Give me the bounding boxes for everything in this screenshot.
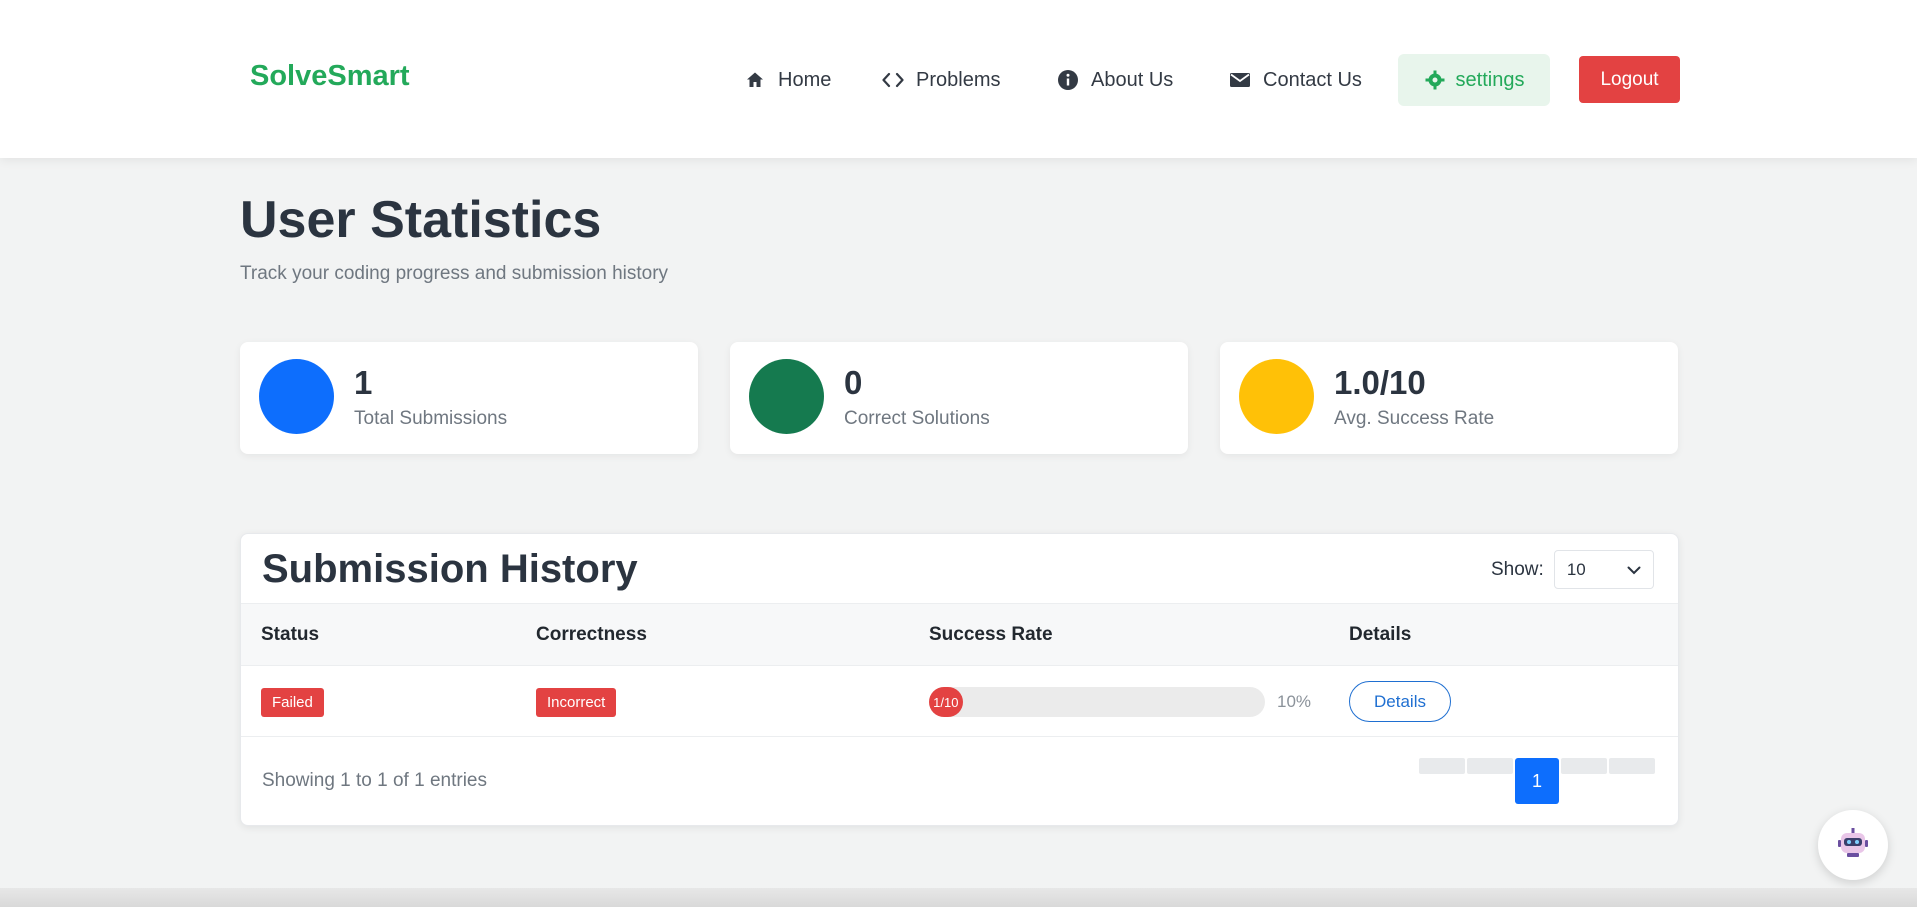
stat-circle-icon — [749, 359, 824, 434]
brand-logo[interactable]: SolveSmart — [250, 60, 410, 93]
pagination-last[interactable] — [1609, 758, 1655, 774]
nav-settings[interactable]: settings — [1398, 54, 1550, 106]
bottom-scroll-edge — [0, 888, 1917, 907]
success-rate-percent: 10% — [1277, 692, 1312, 711]
panel-title: Submission History — [262, 547, 638, 591]
stat-value: 1.0/10 — [1334, 364, 1426, 401]
pagination: 1 — [1419, 758, 1655, 804]
table-header: Status Correctness Success Rate Details — [241, 603, 1678, 666]
correctness-badge: Incorrect — [536, 688, 617, 717]
pagination-page-1[interactable]: 1 — [1515, 758, 1559, 804]
entries-info: Showing 1 to 1 of 1 entries — [262, 770, 487, 791]
top-navbar: SolveSmart Home Problems About Us Contac… — [0, 0, 1917, 158]
stat-card-avg-success-rate: 1.0/10 Avg. Success Rate — [1220, 342, 1678, 454]
envelope-icon — [1229, 69, 1251, 91]
column-header-success-rate: Success Rate — [929, 624, 1053, 645]
success-rate-progress-bar: 1/10 — [929, 687, 1265, 717]
nav-contact[interactable]: Contact Us — [1229, 54, 1362, 106]
page-size-select[interactable]: 10 — [1553, 550, 1654, 589]
column-header-details: Details — [1349, 624, 1412, 645]
nav-problems-label: Problems — [916, 68, 1001, 91]
nav-settings-label: settings — [1455, 68, 1525, 91]
home-icon — [744, 69, 766, 91]
stat-label: Correct Solutions — [844, 408, 990, 429]
table-row: Failed Incorrect 1/10 10% Details — [241, 666, 1678, 737]
robot-icon — [1837, 827, 1869, 863]
page-size-control: Show: 10 — [1491, 550, 1654, 589]
pagination-next[interactable] — [1561, 758, 1607, 774]
code-icon — [882, 69, 904, 91]
success-rate-progress-fill: 1/10 — [929, 687, 963, 717]
status-badge: Failed — [261, 688, 324, 717]
nav-problems[interactable]: Problems — [882, 54, 1000, 106]
gear-icon — [1424, 69, 1446, 91]
column-header-status: Status — [261, 624, 320, 645]
stat-circle-icon — [1239, 359, 1314, 434]
column-header-correctness: Correctness — [536, 624, 647, 645]
stat-label: Total Submissions — [354, 408, 508, 429]
submission-history-panel: Submission History Show: 10 Status Corre… — [240, 533, 1679, 826]
nav-contact-label: Contact Us — [1263, 68, 1362, 91]
pagination-first[interactable] — [1419, 758, 1465, 774]
page-size-value: 10 — [1566, 559, 1586, 579]
page-subtitle: Track your coding progress and submissio… — [240, 263, 669, 284]
page-title: User Statistics — [240, 191, 602, 249]
pagination-previous[interactable] — [1467, 758, 1513, 774]
chatbot-button[interactable] — [1818, 810, 1888, 880]
stat-card-total-submissions: 1 Total Submissions — [240, 342, 698, 454]
stat-value: 1 — [354, 364, 373, 401]
stat-circle-icon — [259, 359, 334, 434]
nav-about[interactable]: About Us — [1057, 54, 1173, 106]
logout-button[interactable]: Logout — [1579, 56, 1680, 103]
stat-label: Avg. Success Rate — [1334, 408, 1495, 429]
stat-card-correct-solutions: 0 Correct Solutions — [730, 342, 1188, 454]
nav-about-label: About Us — [1091, 68, 1174, 91]
show-label: Show: — [1491, 558, 1544, 580]
chevron-down-icon — [1627, 560, 1641, 580]
nav-home[interactable]: Home — [744, 54, 831, 106]
nav-home-label: Home — [778, 68, 832, 91]
stat-value: 0 — [844, 364, 863, 401]
details-button[interactable]: Details — [1349, 681, 1451, 722]
info-icon — [1057, 69, 1079, 91]
